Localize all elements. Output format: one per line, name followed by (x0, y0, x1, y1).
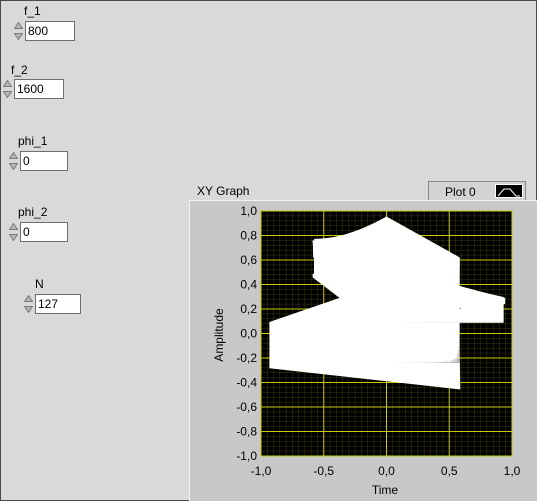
x-tick-label: -0,5 (313, 464, 334, 478)
y-tick-label: 0,4 (240, 278, 257, 292)
y-tick-label: -0,4 (236, 376, 257, 390)
x-tick-label: 0,5 (441, 464, 458, 478)
y-tick-label: 0,6 (240, 253, 257, 267)
x-tick-label: 0,0 (378, 464, 395, 478)
y-tick-label: -0,8 (236, 425, 257, 439)
x-tick-label: -1,0 (251, 464, 272, 478)
y-axis-label: Amplitude (212, 308, 226, 362)
y-tick-label: 0,2 (240, 302, 257, 316)
x-tick-label: 1,0 (504, 464, 521, 478)
xy-graph-svg[interactable]: -1,0 -0,5 0,0 0,5 1,0 1,0 0,8 0,6 0,4 0,2 0,0 -0,2 -… (0, 0, 537, 501)
x-axis-label: Time (372, 483, 399, 497)
y-tick-label: 0,0 (240, 327, 257, 341)
y-tick-label: -0,6 (236, 400, 257, 414)
y-tick-label: 0,8 (240, 229, 257, 243)
y-tick-label: -1,0 (236, 449, 257, 463)
y-tick-label: -0,2 (236, 351, 257, 365)
y-tick-label: 1,0 (240, 204, 257, 218)
